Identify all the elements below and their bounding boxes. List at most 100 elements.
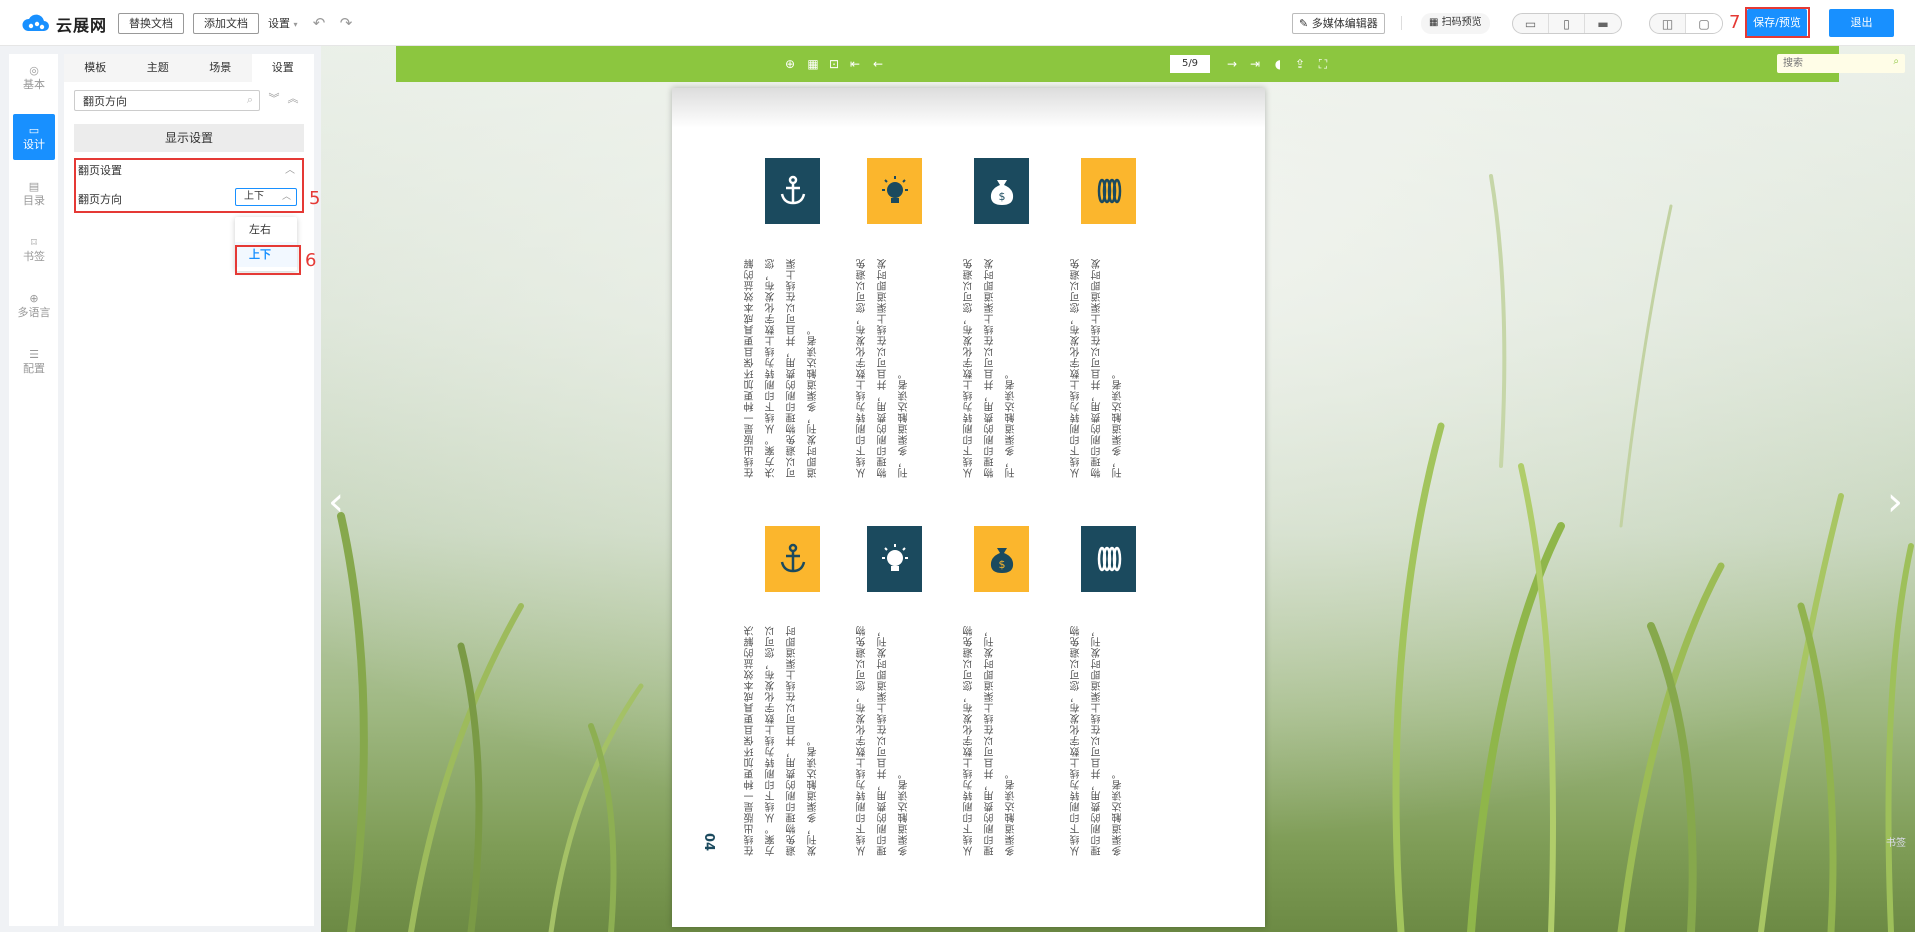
rail-label: 配置	[23, 362, 45, 375]
desktop-icon[interactable]: ▭	[1513, 14, 1549, 33]
money-bag-icon: $	[990, 548, 1013, 573]
book-search-input[interactable]	[1777, 54, 1882, 73]
collapse-all-icon[interactable]: ︽	[286, 92, 300, 106]
lightbulb-icon	[881, 176, 908, 203]
divider	[1401, 16, 1402, 30]
single-page-icon[interactable]: ▢	[1686, 14, 1722, 33]
display-settings-header[interactable]: 显示设置	[74, 124, 304, 152]
annotation-5: 5	[309, 188, 321, 209]
anchor-card-icon	[765, 158, 820, 224]
body-text: 从线下印刷转为线上数字化发布，您可以避免物理印刷的费用，并且可以在线上渠道即时发…	[964, 625, 1017, 856]
redo-icon[interactable]: ↷	[336, 13, 356, 33]
page-mode-switcher: ◫ ▢	[1649, 13, 1723, 34]
prev-arrow-icon[interactable]: ‹	[328, 482, 352, 526]
chevron-down-icon: ▾	[293, 20, 298, 29]
next-arrow-icon[interactable]: ›	[1887, 482, 1911, 526]
tab-settings[interactable]: 设置	[251, 54, 314, 82]
settings-search-input[interactable]	[75, 91, 235, 110]
body-text: 从线下印刷转为线上数字化发布，您可以避免物理印刷的费用，并且可以在线上渠道即时发…	[1071, 258, 1124, 478]
body-text: 在线出版是一种更加环保且更具成本效益的解决方案。从线下印刷转为线上数字化发布，您…	[745, 258, 819, 478]
anchor-icon	[780, 175, 805, 205]
phone-icon[interactable]: ▯	[1549, 14, 1585, 33]
replace-document-button[interactable]: 替换文档	[118, 13, 184, 34]
body-text: 从线下印刷转为线上数字化发布，您可以避免物理印刷的费用，并且可以在线上渠道即时发…	[1071, 625, 1124, 856]
preview-stage: ⊕ ▦ ⊡ ⇤ ← 5/9 → ⇥ ◖ ⇪ ⛶ ⌕ ‹ › 书签 $	[321, 46, 1915, 932]
annotation-6: 6	[305, 250, 317, 271]
media-editor-label: 多媒体编辑器	[1311, 17, 1378, 30]
thumbnails-icon[interactable]: ▦	[806, 57, 820, 71]
bookmark-corner-label[interactable]: 书签	[1886, 834, 1906, 849]
media-editor-button[interactable]: ✎ 多媒体编辑器	[1292, 13, 1385, 34]
lightbulb-card-icon	[867, 526, 922, 592]
money-bag-card-icon: $	[974, 526, 1029, 592]
body-text: 从线下印刷转为线上数字化发布，您可以避免物理印刷的费用，并且可以在线上渠道即时发…	[964, 258, 1017, 478]
anchor-card-icon	[765, 526, 820, 592]
first-page-icon[interactable]: ⇤	[848, 57, 862, 71]
rail-item-design[interactable]: ▭ 设计	[13, 114, 55, 160]
settings-search: ⌕	[74, 90, 260, 111]
rail-label: 设计	[23, 138, 45, 151]
rail-item-config[interactable]: ☰ 配置	[13, 338, 55, 384]
scan-preview-button[interactable]: ▦ 扫码预览	[1421, 13, 1490, 34]
search-icon[interactable]: ⌕	[247, 93, 253, 107]
last-page-icon[interactable]: ⇥	[1248, 57, 1262, 71]
tablet-icon[interactable]: ▬	[1585, 14, 1621, 33]
tab-scene[interactable]: 场景	[189, 54, 252, 82]
double-page-icon[interactable]: ◫	[1650, 14, 1686, 33]
fit-page-icon[interactable]: ⊡	[827, 57, 841, 71]
body-text: 从线下印刷转为线上数字化发布，您可以避免物理印刷的费用，并且可以在线上渠道即时发…	[857, 258, 910, 478]
rail-label: 基本	[23, 78, 45, 91]
rail-item-toc[interactable]: ▤ 目录	[13, 170, 55, 216]
expand-all-icon[interactable]: ︾	[267, 92, 281, 106]
highlight-box	[1745, 7, 1810, 38]
body-text: 从线下印刷转为线上数字化发布，您可以避免物理印刷的费用，并且可以在线上渠道即时发…	[857, 625, 910, 856]
lightbulb-icon	[881, 544, 908, 571]
edit-icon: ✎	[1299, 17, 1309, 30]
option-left-right[interactable]: 左右	[235, 217, 297, 242]
money-bag-icon: $	[990, 180, 1013, 205]
settings-menu[interactable]: 设置 ▾	[268, 15, 298, 31]
gear-icon: ◎	[29, 64, 39, 77]
cloud-logo-icon	[22, 14, 49, 31]
anchor-icon	[780, 543, 805, 573]
logo[interactable]: 云展网	[20, 12, 107, 36]
search-icon[interactable]: ⌕	[1893, 56, 1899, 67]
coins-card-icon	[1081, 526, 1136, 592]
tab-theme[interactable]: 主题	[127, 54, 190, 82]
zoom-in-icon[interactable]: ⊕	[783, 57, 797, 71]
brand-name: 云展网	[56, 16, 108, 35]
share-icon[interactable]: ⇪	[1293, 57, 1307, 71]
rail-label: 目录	[23, 194, 45, 207]
lightbulb-card-icon	[867, 158, 922, 224]
rail-label: 书签	[23, 250, 45, 263]
annotation-7: 7	[1729, 12, 1741, 33]
page-shade	[672, 88, 1265, 128]
undo-icon[interactable]: ↶	[309, 13, 329, 33]
book-search: ⌕	[1777, 54, 1905, 73]
panel-tabs: 模板 主题 场景 设置	[64, 54, 314, 82]
next-page-icon[interactable]: →	[1225, 57, 1239, 71]
coins-icon	[1097, 178, 1121, 204]
viewer-toolbar: ⊕ ▦ ⊡ ⇤ ← 5/9 → ⇥ ◖ ⇪ ⛶ ⌕	[396, 46, 1905, 82]
rail-item-language[interactable]: ⊕ 多语言	[13, 282, 55, 328]
book-page: $ 在线出版是一种更加环保且更具成本效益的解决方案。从线下印刷转为线上数字化发布…	[672, 88, 1265, 927]
settings-panel: 模板 主题 场景 设置 ⌕ ︾ ︽ 显示设置 翻页设置 ︿ 翻页方向 上下 ︿ …	[64, 54, 320, 926]
left-rail: ◎ 基本 ▭ 设计 ▤ 目录 ⌑ 书签 ⊕ 多语言 ☰ 配置	[9, 54, 58, 926]
fullscreen-icon[interactable]: ⛶	[1316, 57, 1330, 71]
body-text: 在线出版是一种更加环保且更具成本效益的解决方案。从线下印刷转为线上数字化发布，您…	[745, 625, 819, 856]
scan-preview-label: 扫码预览	[1441, 17, 1482, 28]
list-icon: ▤	[28, 180, 40, 193]
page-indicator[interactable]: 5/9	[1170, 55, 1210, 73]
sound-icon[interactable]: ◖	[1271, 57, 1285, 71]
prev-page-icon[interactable]: ←	[871, 57, 885, 71]
rail-item-bookmark[interactable]: ⌑ 书签	[13, 226, 55, 272]
highlight-box	[74, 158, 304, 213]
coins-icon	[1097, 546, 1121, 572]
rail-item-basic[interactable]: ◎ 基本	[13, 54, 55, 100]
exit-button[interactable]: 退出	[1829, 9, 1894, 37]
highlight-box	[235, 245, 301, 275]
bookmark-icon: ⌑	[31, 236, 37, 249]
tab-template[interactable]: 模板	[64, 54, 127, 82]
globe-icon: ⊕	[29, 292, 39, 305]
add-document-button[interactable]: 添加文档	[193, 13, 259, 34]
